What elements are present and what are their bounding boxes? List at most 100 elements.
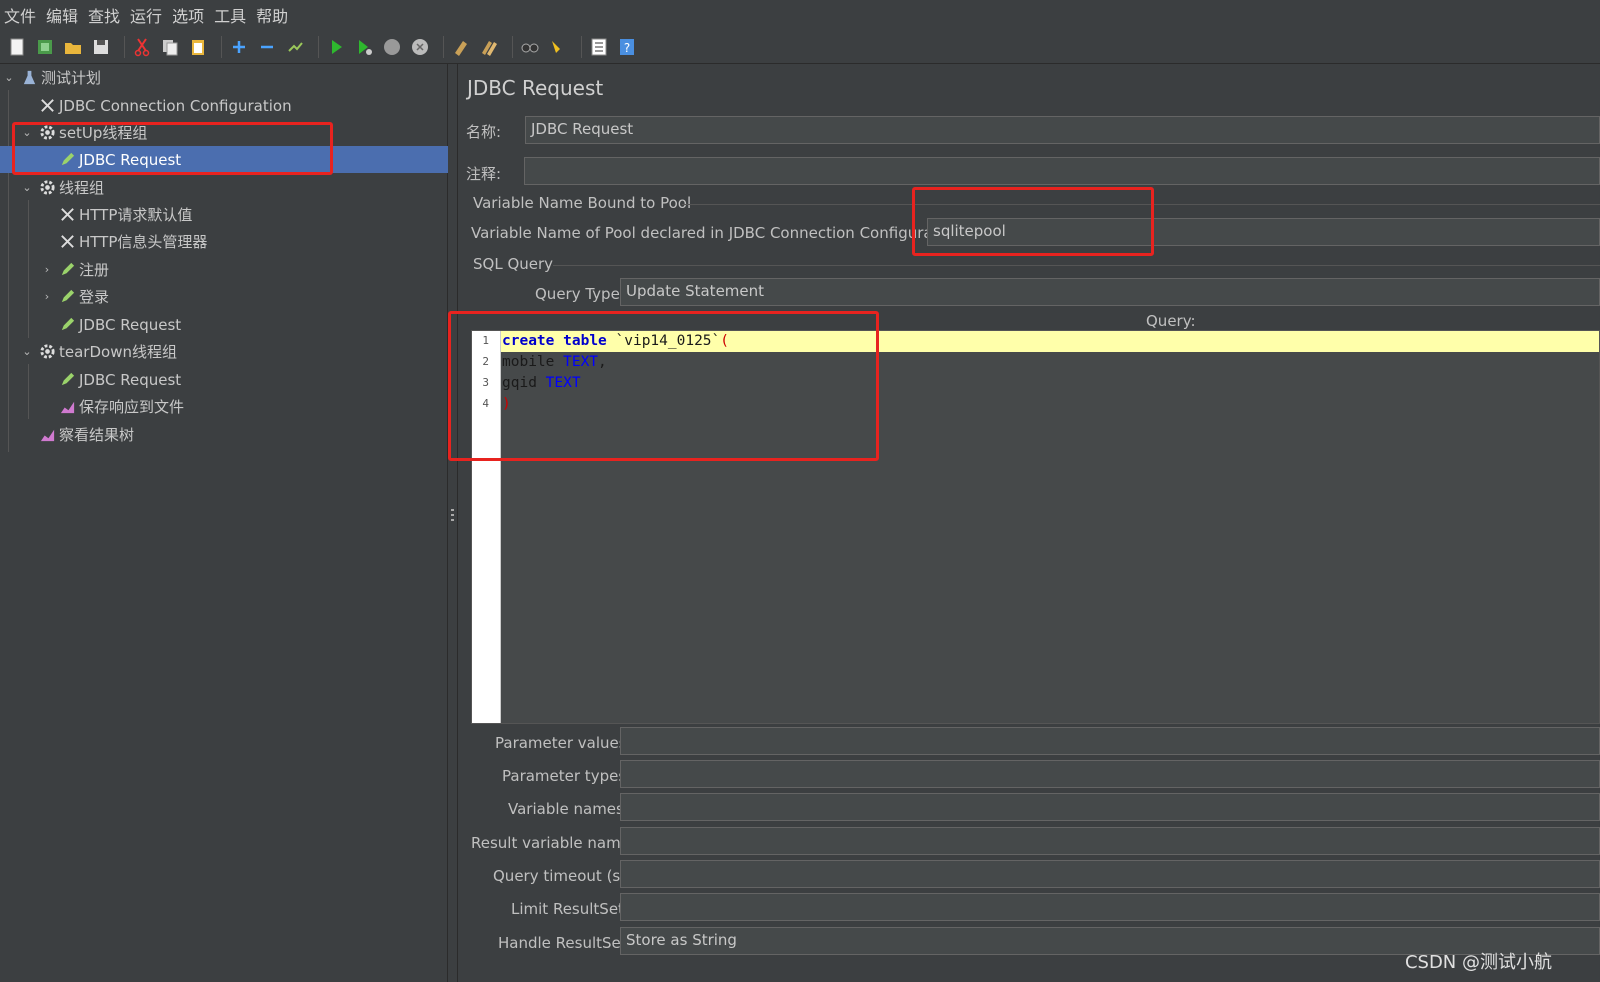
menu-search[interactable]: 查找 — [88, 3, 120, 27]
tree-item-setup-jdbc-request[interactable]: JDBC Request — [0, 146, 448, 173]
query-label: Query: — [1146, 312, 1196, 330]
tree-item-teardown-group[interactable]: ⌄ tearDown线程组 — [20, 338, 448, 365]
tree-item-label: 保存响应到文件 — [79, 398, 185, 416]
tree-item-thread-group[interactable]: ⌄ 线程组 — [20, 174, 448, 201]
query-type-select[interactable]: Update Statement — [620, 278, 1600, 306]
toolbar-separator — [318, 35, 319, 58]
code-comma: , — [598, 354, 607, 370]
menu-file[interactable]: 文件 — [4, 3, 36, 27]
toolbar: ? — [0, 30, 1600, 64]
clear-icon[interactable] — [450, 36, 472, 58]
chevron-right-icon[interactable]: › — [40, 290, 54, 303]
chevron-down-icon[interactable]: ⌄ — [20, 181, 34, 194]
menu-bar: 文件 编辑 查找 运行 选项 工具 帮助 — [0, 0, 1600, 30]
tree-item-http-defaults[interactable]: HTTP请求默认值 — [40, 201, 448, 228]
code-keyword: create — [502, 333, 555, 349]
tree-item-label: JDBC Connection Configuration — [59, 96, 292, 115]
sql-section-title: SQL Query — [473, 255, 554, 273]
variable-names-field[interactable] — [620, 793, 1600, 821]
start-icon[interactable] — [325, 36, 347, 58]
tree-item-label: 线程组 — [59, 179, 105, 197]
pool-name-field[interactable]: sqlitepool — [927, 218, 1600, 246]
cut-icon[interactable] — [131, 36, 153, 58]
tree-item-label: tearDown线程组 — [59, 343, 177, 361]
svg-text:?: ? — [624, 41, 630, 55]
menu-help[interactable]: 帮助 — [256, 3, 288, 27]
comment-label: 注释: — [466, 165, 502, 183]
tree-item-view-results[interactable]: 察看结果树 — [20, 421, 448, 448]
gear-icon — [38, 124, 56, 142]
comment-field[interactable] — [524, 157, 1600, 185]
result-variable-field[interactable] — [620, 827, 1600, 855]
menu-tools[interactable]: 工具 — [214, 3, 246, 27]
pencil-icon — [58, 151, 76, 169]
tree-item-setup-group[interactable]: ⌄ setUp线程组 — [20, 119, 448, 146]
name-field[interactable]: JDBC Request — [525, 116, 1600, 144]
name-label: 名称: — [466, 123, 502, 141]
query-timeout-field[interactable] — [620, 860, 1600, 888]
code-paren: ) — [502, 396, 511, 412]
param-values-field[interactable] — [620, 727, 1600, 755]
menu-edit[interactable]: 编辑 — [46, 3, 78, 27]
copy-icon[interactable] — [159, 36, 181, 58]
splitter-grip-icon[interactable] — [451, 509, 454, 523]
tree-item-test-plan[interactable]: ⌄ 测试计划 — [2, 64, 448, 91]
wrench-icon — [38, 97, 56, 115]
page-title: JDBC Request — [467, 76, 604, 100]
menu-run[interactable]: 运行 — [130, 3, 162, 27]
tree-item-login[interactable]: › 登录 — [40, 283, 448, 310]
expand-icon[interactable] — [228, 36, 250, 58]
gear-icon — [38, 179, 56, 197]
toggle-icon[interactable] — [284, 36, 306, 58]
code-line-3: gqid TEXT — [501, 373, 1599, 394]
paste-icon[interactable] — [187, 36, 209, 58]
clear-all-icon[interactable] — [478, 36, 500, 58]
limit-resultset-field[interactable] — [620, 893, 1600, 921]
chevron-right-icon[interactable]: › — [40, 263, 54, 276]
tree-item-register[interactable]: › 注册 — [40, 256, 448, 283]
section-divider — [682, 204, 1600, 205]
param-types-field[interactable] — [620, 760, 1600, 788]
search-icon[interactable] — [519, 36, 541, 58]
query-editor[interactable]: 1 2 3 4 create table `vip14_0125`( mobil… — [471, 330, 1600, 724]
tree-item-label: 登录 — [79, 288, 110, 306]
panel-splitter[interactable] — [448, 64, 458, 982]
tree-item-tg-jdbc-request[interactable]: JDBC Request — [40, 311, 448, 338]
toolbar-separator — [443, 35, 444, 58]
result-variable-label: Result variable name: — [471, 834, 635, 852]
open-icon[interactable] — [62, 36, 84, 58]
tree-item-label: JDBC Request — [79, 370, 182, 389]
templates-icon[interactable] — [34, 36, 56, 58]
collapse-icon[interactable] — [256, 36, 278, 58]
save-icon[interactable] — [90, 36, 112, 58]
shutdown-icon[interactable] — [409, 36, 431, 58]
pencil-icon — [58, 288, 76, 306]
code-type: TEXT — [563, 354, 599, 370]
line-number: 2 — [482, 355, 489, 368]
watermark: CSDN @测试小航 — [1404, 952, 1552, 973]
stop-icon[interactable] — [381, 36, 403, 58]
line-number: 4 — [482, 397, 489, 410]
pool-label: Variable Name of Pool declared in JDBC C… — [471, 224, 967, 242]
tree-item-label: setUp线程组 — [59, 124, 148, 142]
tree-item-http-headers[interactable]: HTTP信息头管理器 — [40, 228, 448, 255]
reset-search-icon[interactable] — [547, 36, 569, 58]
pool-section-title: Variable Name Bound to Pool — [473, 194, 692, 212]
chevron-down-icon[interactable]: ⌄ — [20, 345, 34, 358]
tree-guide-line — [28, 364, 29, 419]
menu-options[interactable]: 选项 — [172, 3, 204, 27]
function-helper-icon[interactable] — [588, 36, 610, 58]
tree-item-teardown-jdbc-request[interactable]: JDBC Request — [40, 366, 448, 393]
chevron-down-icon[interactable]: ⌄ — [20, 126, 34, 139]
toolbar-separator — [512, 35, 513, 58]
chevron-down-icon[interactable]: ⌄ — [2, 71, 16, 84]
pencil-icon — [58, 261, 76, 279]
pencil-icon — [58, 316, 76, 334]
help-icon[interactable]: ? — [616, 36, 638, 58]
new-icon[interactable] — [6, 36, 28, 58]
tree-item-save-response[interactable]: 保存响应到文件 — [40, 393, 448, 420]
wrench-icon — [58, 206, 76, 224]
tree-item-jdbc-config[interactable]: JDBC Connection Configuration — [20, 92, 448, 119]
line-number: 3 — [482, 376, 489, 389]
start-no-pause-icon[interactable] — [353, 36, 375, 58]
